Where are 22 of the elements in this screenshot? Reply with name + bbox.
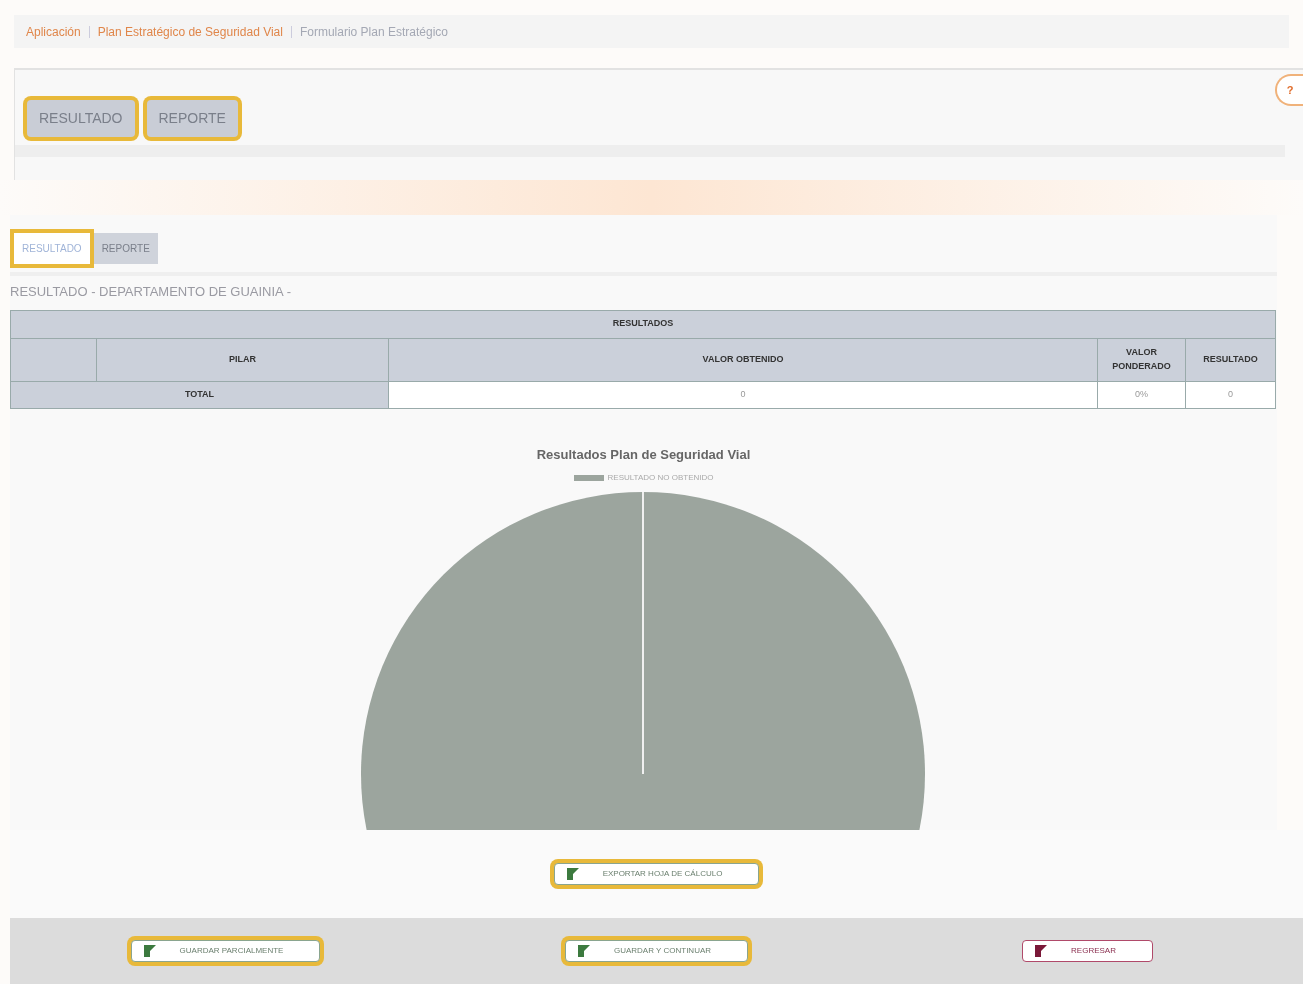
tab[interactable]: REPORTE <box>93 233 158 264</box>
breadcrumb-link[interactable]: Aplicación <box>26 22 81 41</box>
action-button[interactable]: REGRESAR <box>1022 940 1153 962</box>
table-caption: RESULTADOS <box>10 310 1276 338</box>
table-cell: 0 <box>388 381 1098 408</box>
flag-icon <box>577 945 590 957</box>
table-cell: 0 <box>1185 381 1276 408</box>
chart-title: Resultados Plan de Seguridad Vial <box>536 445 751 464</box>
flag-icon <box>143 945 156 957</box>
breadcrumb-link[interactable]: Plan Estratégico de Seguridad Vial <box>97 22 283 41</box>
column-header: PILAR <box>96 338 389 381</box>
column-header: VALOR PONDERADO <box>1097 338 1186 381</box>
breadcrumb-current: Formulario Plan Estratégico <box>299 23 448 41</box>
legend-label: RESULTADO NO OBTENIDO <box>607 472 714 484</box>
flag-icon <box>1035 945 1048 957</box>
table-cell: TOTAL <box>10 381 389 408</box>
table-cell: 0% <box>1097 381 1186 408</box>
flag-icon <box>566 868 579 880</box>
column-header: RESULTADO <box>1185 338 1276 381</box>
section-title: RESULTADO - DEPARTAMENTO DE GUAINIA - <box>10 283 292 301</box>
column-header: VALOR OBTENIDO <box>388 338 1098 381</box>
help-button[interactable]: ? <box>1275 74 1303 106</box>
